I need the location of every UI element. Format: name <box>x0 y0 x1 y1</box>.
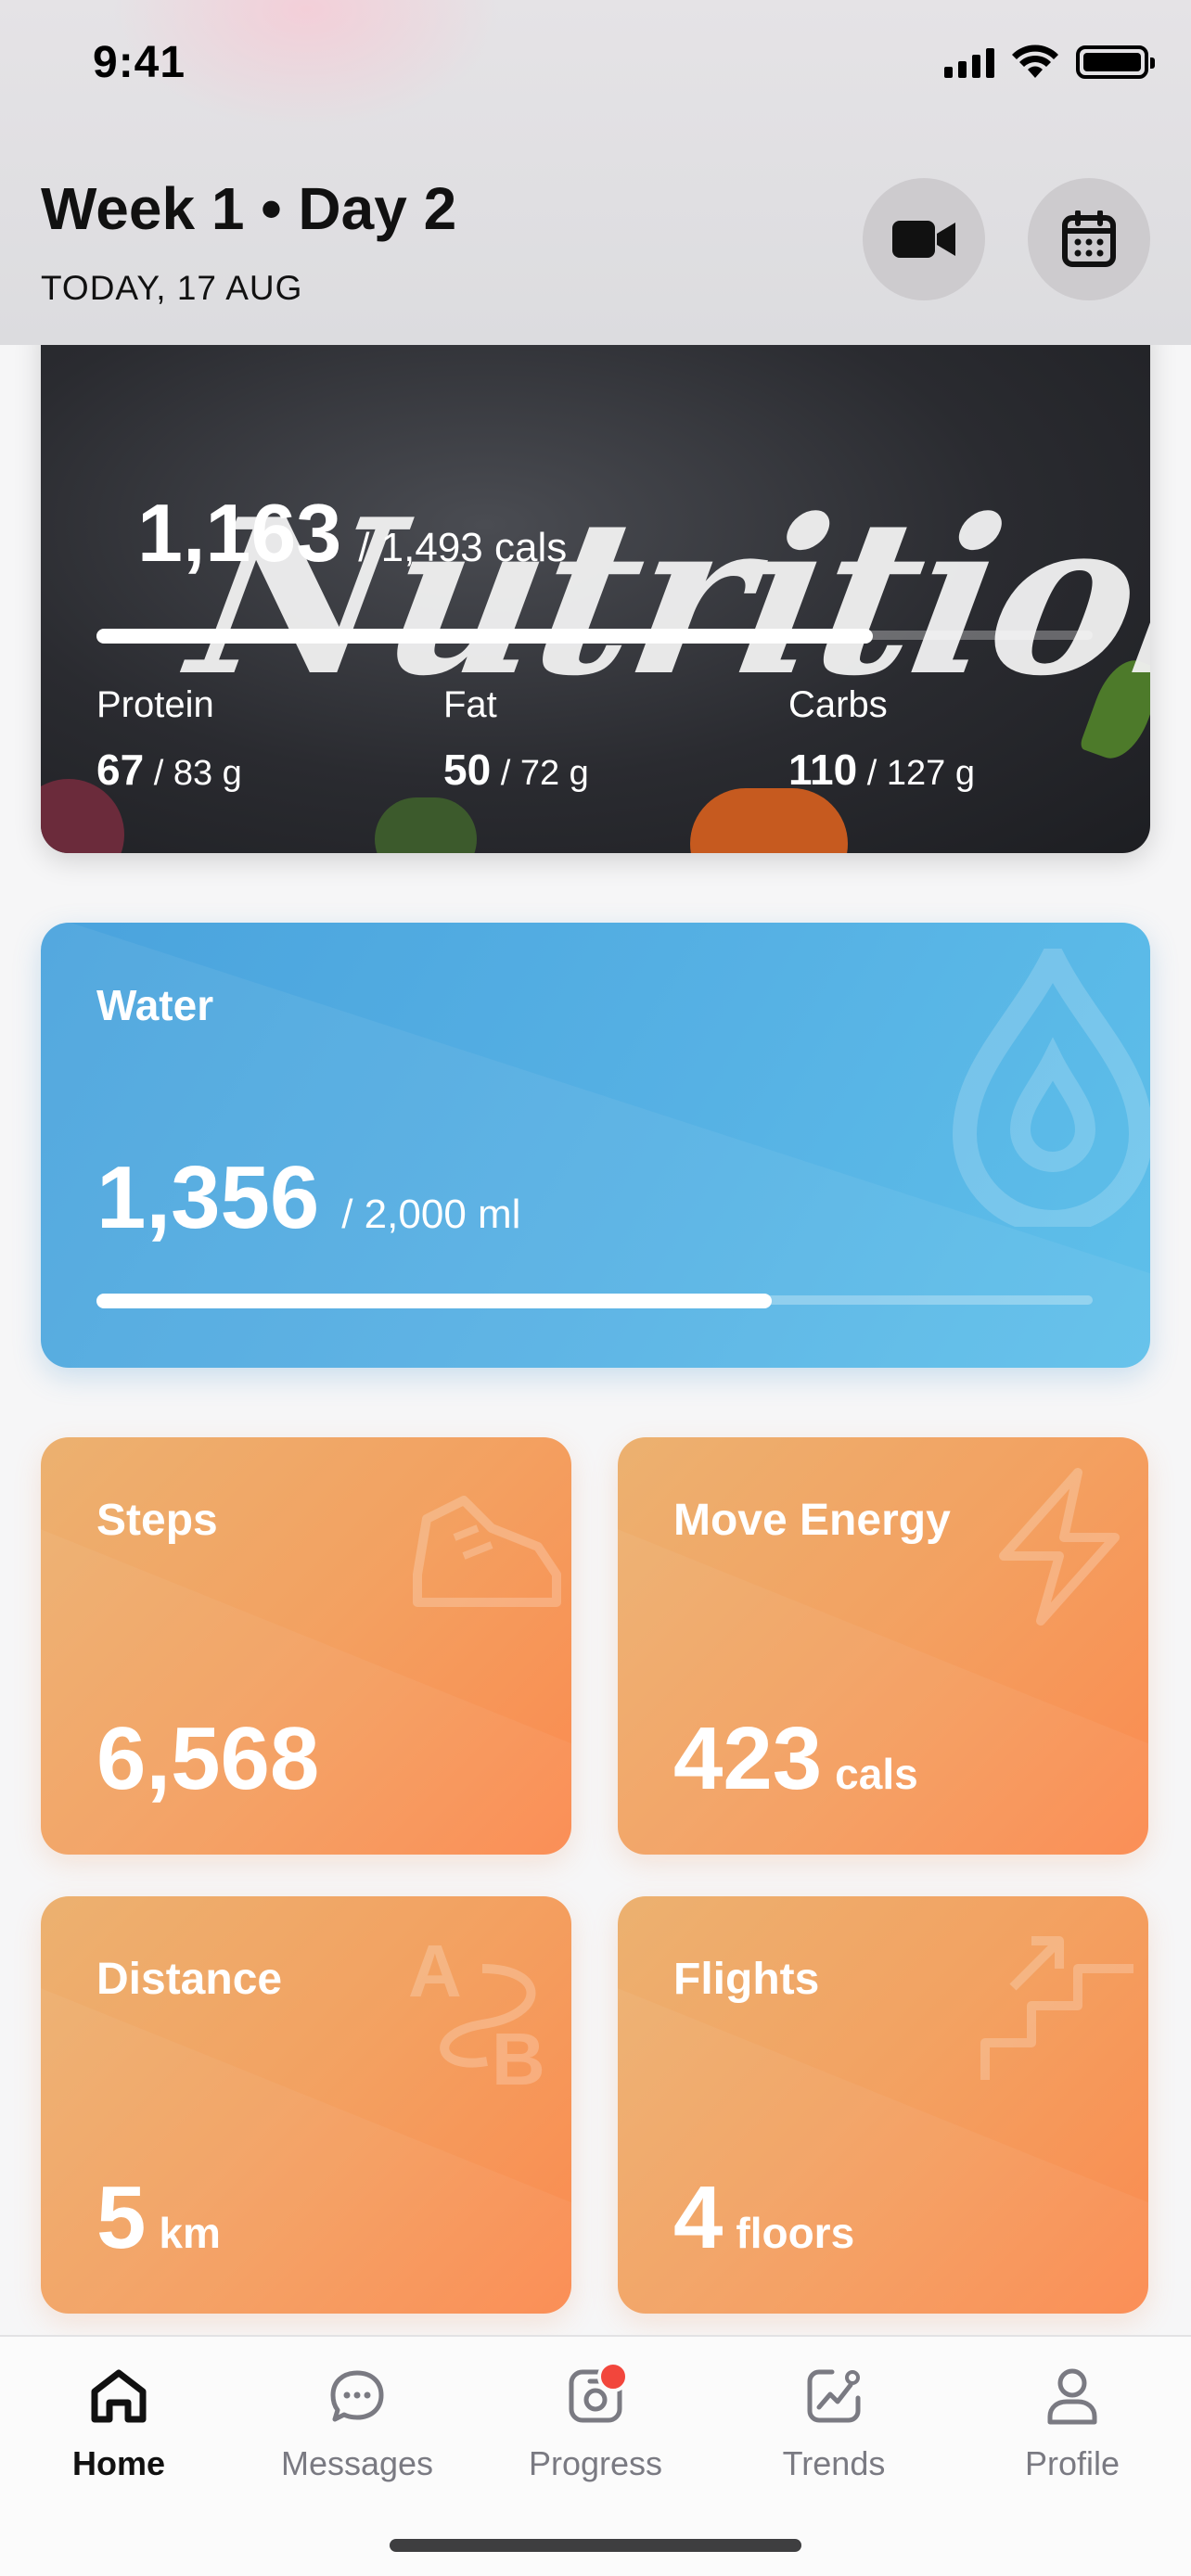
lightning-icon <box>999 1468 1120 1626</box>
water-card[interactable]: Water 1,356 / 2,000 ml <box>41 923 1150 1368</box>
move-energy-unit: cals <box>835 1750 918 1798</box>
person-icon <box>1035 2359 1109 2433</box>
flights-value: 4 <box>673 2168 724 2267</box>
cellular-signal-icon <box>944 46 994 78</box>
tab-messages[interactable]: Messages <box>238 2337 476 2504</box>
tab-progress[interactable]: Progress <box>477 2337 714 2504</box>
flights-title: Flights <box>673 1955 820 2004</box>
water-summary: 1,356 / 2,000 ml <box>96 1147 520 1249</box>
video-camera-icon <box>892 221 955 258</box>
steps-title: Steps <box>96 1496 218 1545</box>
sneaker-icon <box>413 1496 561 1607</box>
fat-macro: Fat 50 / 72 g <box>443 684 589 795</box>
protein-macro: Protein 67 / 83 g <box>96 684 242 795</box>
steps-card[interactable]: Steps 6,568 <box>41 1437 571 1855</box>
avocado-decoration <box>375 797 477 853</box>
stairs-icon <box>980 1936 1133 2080</box>
calendar-icon <box>1062 210 1116 267</box>
nutrition-card[interactable]: Nutrition 1,163 / 1,493 cals Protein 67 … <box>41 306 1150 853</box>
fat-amount: 50 / 72 g <box>443 745 589 795</box>
fat-label: Fat <box>443 684 497 725</box>
calories-progress-bar <box>96 629 1093 644</box>
distance-unit: km <box>159 2209 221 2257</box>
tab-progress-label: Progress <box>528 2444 663 2482</box>
protein-goal: / 83 g <box>144 754 242 793</box>
carbs-goal: / 127 g <box>857 754 975 793</box>
tab-profile-label: Profile <box>1024 2444 1121 2482</box>
water-drop-icon <box>952 949 1150 1227</box>
flights-unit: floors <box>736 2209 855 2257</box>
screen: Nutrition 1,163 / 1,493 cals Protein 67 … <box>0 0 1191 2576</box>
calories-summary: 1,163 / 1,493 cals <box>137 486 567 580</box>
fat-value: 50 <box>443 746 492 794</box>
carbs-amount: 110 / 127 g <box>788 745 975 795</box>
tab-trends[interactable]: Trends <box>715 2337 953 2504</box>
svg-text:B: B <box>492 2018 545 2089</box>
protein-label: Protein <box>96 684 214 725</box>
tab-trends-label: Trends <box>782 2444 886 2482</box>
distance-value: 5 <box>96 2168 147 2267</box>
move-energy-card[interactable]: Move Energy 423 cals <box>618 1437 1148 1855</box>
calories-progress-fill <box>96 629 873 644</box>
svg-text:A: A <box>408 1930 462 2012</box>
a-to-b-icon: A B <box>408 1930 545 2089</box>
trend-chart-icon <box>797 2359 871 2433</box>
move-energy-summary: 423 cals <box>673 1708 918 1810</box>
protein-amount: 67 / 83 g <box>96 745 242 795</box>
home-icon <box>82 2359 156 2433</box>
calories-goal: / 1,493 cals <box>358 525 568 570</box>
header-bar: 9:41 Week 1 • Day 2 TODAY, 17 AUG <box>0 0 1191 345</box>
water-goal: / 2,000 ml <box>341 1192 521 1237</box>
carbs-value: 110 <box>788 746 858 794</box>
status-icons <box>944 45 1155 80</box>
water-progress-fill <box>96 1294 773 1308</box>
pepper-decoration <box>690 788 848 853</box>
water-progress-bar <box>96 1294 1093 1308</box>
move-energy-value: 423 <box>673 1709 823 1808</box>
scale-icon <box>558 2359 633 2433</box>
move-energy-title: Move Energy <box>673 1496 951 1545</box>
wifi-icon <box>1012 45 1058 78</box>
calories-value: 1,163 <box>137 487 342 579</box>
status-time: 9:41 <box>93 38 186 87</box>
tab-home[interactable]: Home <box>0 2337 237 2504</box>
page-title: Week 1 • Day 2 <box>41 175 457 242</box>
distance-title: Distance <box>96 1955 283 2004</box>
chat-icon <box>320 2359 394 2433</box>
steps-summary: 6,568 <box>96 1708 332 1810</box>
tab-home-label: Home <box>71 2444 166 2482</box>
battery-icon <box>1076 45 1155 79</box>
flights-card[interactable]: Flights 4 floors <box>618 1896 1148 2314</box>
video-call-button[interactable] <box>863 178 985 300</box>
fat-goal: / 72 g <box>491 754 589 793</box>
home-indicator[interactable] <box>390 2539 801 2552</box>
distance-summary: 5 km <box>96 2167 221 2269</box>
tab-profile[interactable]: Profile <box>954 2337 1191 2504</box>
tab-messages-label: Messages <box>280 2444 434 2482</box>
water-value: 1,356 <box>96 1148 320 1247</box>
notification-badge <box>597 2361 629 2392</box>
page-date: TODAY, 17 AUG <box>41 269 303 307</box>
distance-card[interactable]: A B Distance 5 km <box>41 1896 571 2314</box>
carbs-label: Carbs <box>788 684 888 725</box>
steps-value: 6,568 <box>96 1709 320 1808</box>
carbs-macro: Carbs 110 / 127 g <box>788 684 975 795</box>
protein-value: 67 <box>96 746 145 794</box>
water-title: Water <box>96 981 214 1029</box>
flights-summary: 4 floors <box>673 2167 854 2269</box>
calendar-button[interactable] <box>1028 178 1150 300</box>
